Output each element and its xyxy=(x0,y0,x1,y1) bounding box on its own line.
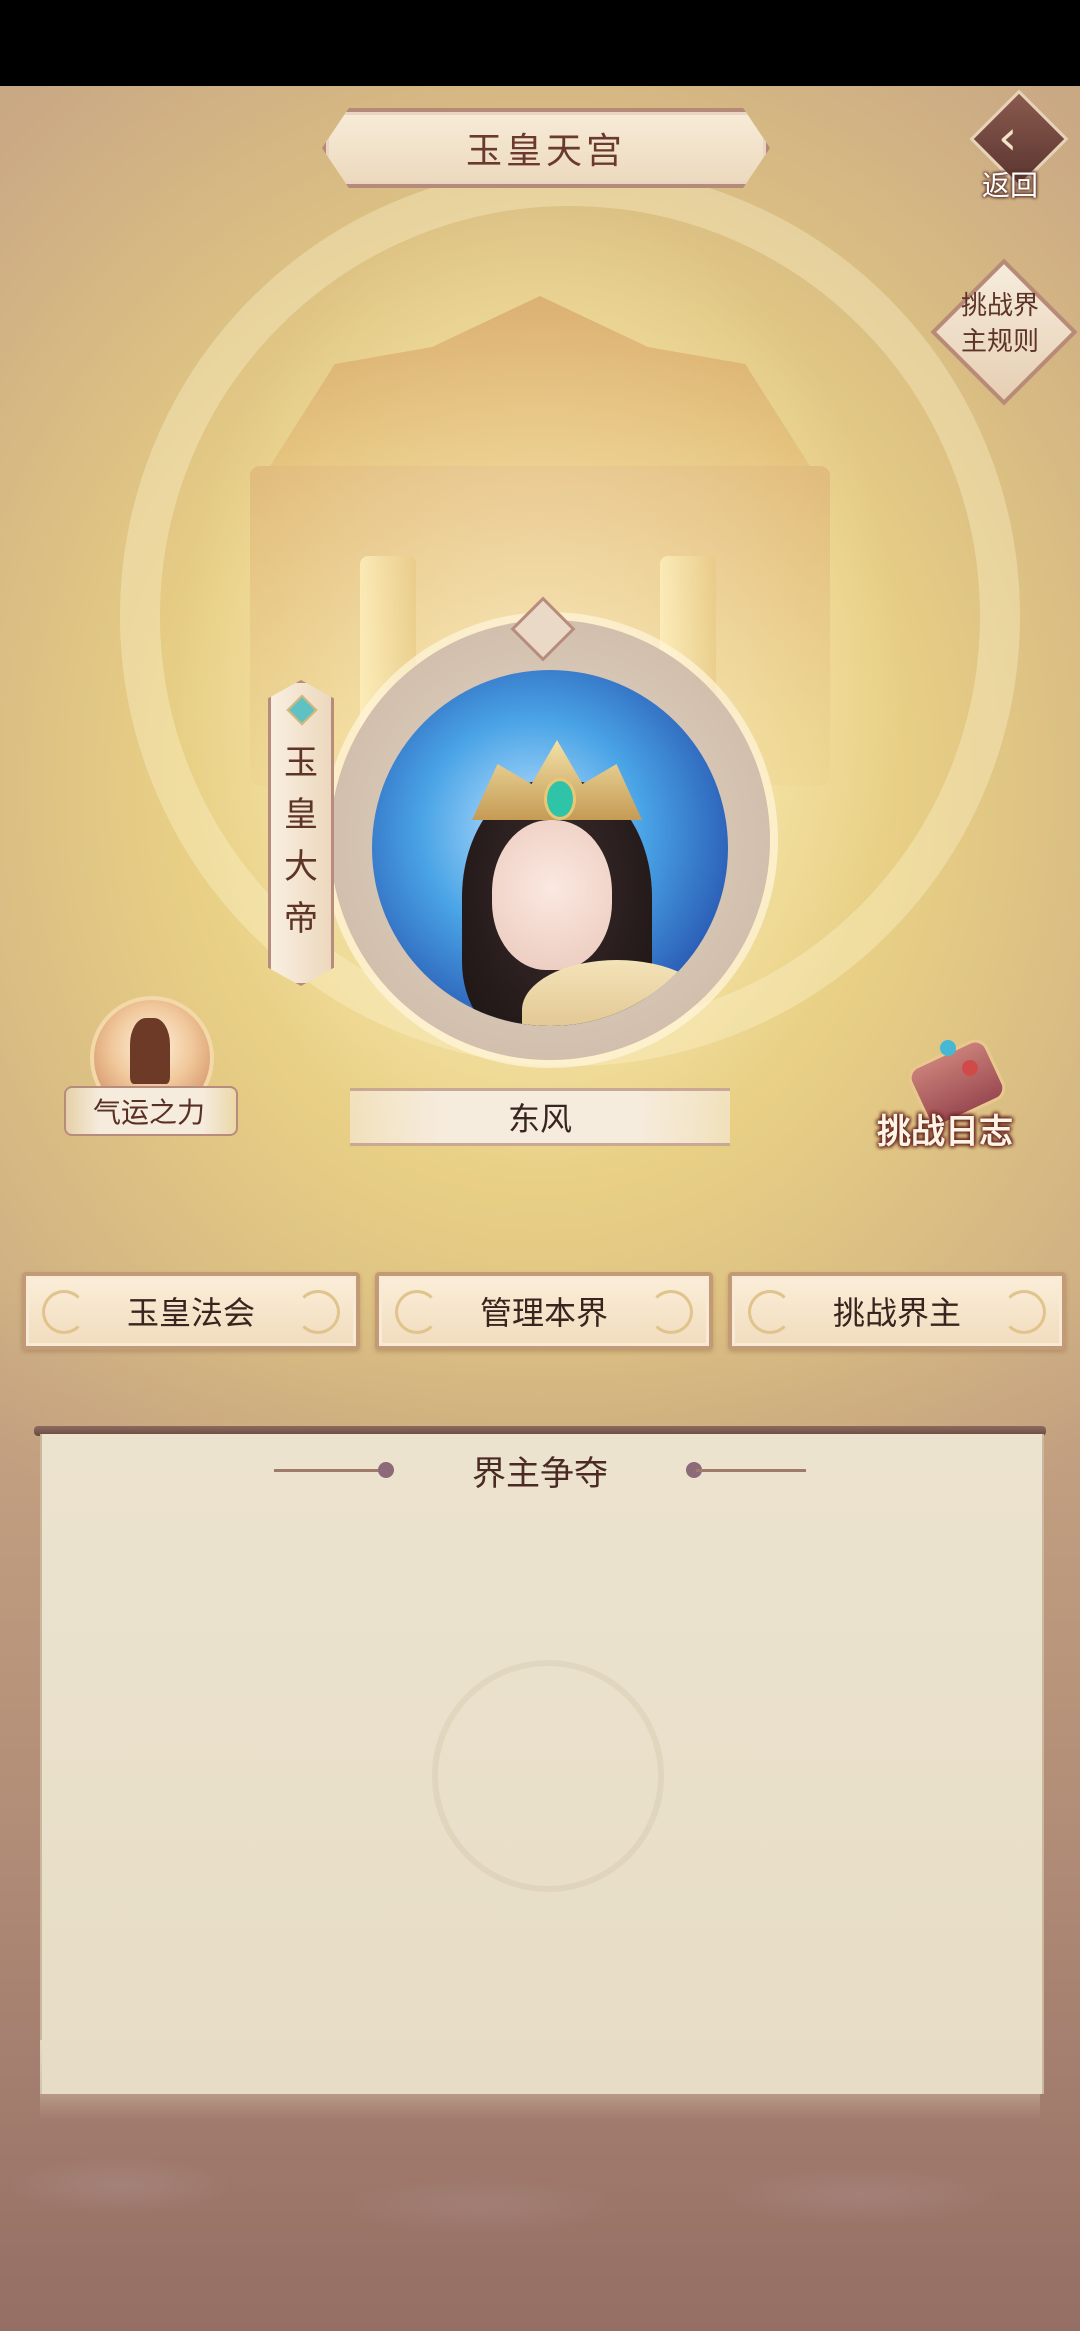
ruler-portrait[interactable] xyxy=(372,670,728,1026)
swirl-ornament-icon xyxy=(296,1290,340,1334)
bottom-clouds xyxy=(0,2126,1080,2246)
gem-icon xyxy=(286,694,318,726)
panel-title: 界主争夺 xyxy=(472,1454,608,1494)
portrait-gem xyxy=(544,778,576,820)
action-label: 玉皇法会 xyxy=(126,1294,255,1332)
page-title-banner: 玉皇天宫 xyxy=(322,108,770,188)
back-button[interactable]: ‹ 返回 xyxy=(966,89,1069,206)
manage-realm-button[interactable]: 管理本界 xyxy=(375,1272,713,1350)
rules-label-line2: 主规则 xyxy=(960,327,1039,357)
ruler-name: 东风 xyxy=(507,1100,572,1138)
panel-fade xyxy=(40,2040,1040,2120)
fortune-power-button[interactable]: 气运之力 xyxy=(64,996,238,1146)
swirl-ornament-icon xyxy=(748,1290,792,1334)
rank-title-tag: 玉皇大帝 xyxy=(268,680,334,986)
challenge-log-button[interactable]: 挑战日志 xyxy=(860,1020,1030,1170)
rules-label-line1: 挑战界 xyxy=(960,291,1039,321)
scroll-gem xyxy=(940,1040,956,1056)
fortune-figure xyxy=(130,1018,170,1084)
challenge-ruler-button[interactable]: 挑战界主 xyxy=(728,1272,1066,1350)
action-label: 挑战界主 xyxy=(832,1294,961,1332)
ruler-contest-panel xyxy=(40,1434,1044,2094)
page-title: 玉皇天宫 xyxy=(465,131,626,172)
challenge-rules-button[interactable]: 挑战界 主规则 xyxy=(930,258,1078,406)
ruler-name-plate: 东风 xyxy=(350,1088,730,1146)
swirl-ornament-icon xyxy=(1002,1290,1046,1334)
scroll-gem xyxy=(962,1060,978,1076)
back-label: 返回 xyxy=(982,169,1039,202)
back-arrow-icon: ‹ xyxy=(998,110,1018,166)
rank-title: 玉皇大帝 xyxy=(284,743,318,939)
swirl-ornament-icon xyxy=(649,1290,693,1334)
portrait-face xyxy=(492,820,612,970)
swirl-ornament-icon xyxy=(42,1290,86,1334)
watermark-emblem xyxy=(432,1660,664,1892)
log-label: 挑战日志 xyxy=(877,1112,1013,1152)
rules-label: 挑战界 主规则 xyxy=(930,288,1070,360)
status-bar xyxy=(0,0,1080,86)
jade-emperor-assembly-button[interactable]: 玉皇法会 xyxy=(22,1272,360,1350)
fortune-label: 气运之力 xyxy=(92,1096,205,1129)
action-label: 管理本界 xyxy=(479,1294,608,1332)
swirl-ornament-icon xyxy=(395,1290,439,1334)
